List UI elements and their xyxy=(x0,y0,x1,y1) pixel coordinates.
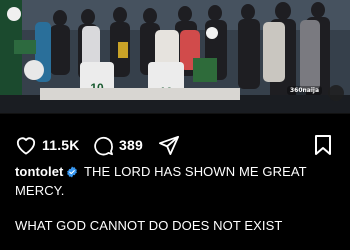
verified-badge-icon xyxy=(66,165,78,182)
like-count: 11.5K xyxy=(42,137,80,153)
comment-button[interactable]: 389 xyxy=(93,132,143,158)
group-photo-illustration: 10 10 xyxy=(0,0,350,113)
heart-icon xyxy=(16,137,36,155)
speaker-muted-icon[interactable] xyxy=(328,85,344,101)
comment-count: 389 xyxy=(119,137,143,153)
send-icon xyxy=(159,135,179,155)
post-actions-bar: 11.5K 389 xyxy=(0,132,350,158)
comment-bubble-icon xyxy=(94,136,113,155)
post-caption: tontolet THE LORD HAS SHOWN ME GREAT MER… xyxy=(15,163,340,199)
watermark-logo: 360naija xyxy=(286,86,322,95)
caption-line-2: WHAT GOD CANNOT DO DOES NOT EXIST xyxy=(15,218,283,233)
divider xyxy=(0,113,350,114)
like-button[interactable]: 11.5K xyxy=(15,132,80,158)
caption-username[interactable]: tontolet xyxy=(15,164,63,179)
bookmark-button[interactable] xyxy=(314,132,332,158)
share-button[interactable] xyxy=(158,132,180,158)
post-photo[interactable]: 10 10 360naija xyxy=(0,0,350,113)
bookmark-icon xyxy=(315,135,331,155)
